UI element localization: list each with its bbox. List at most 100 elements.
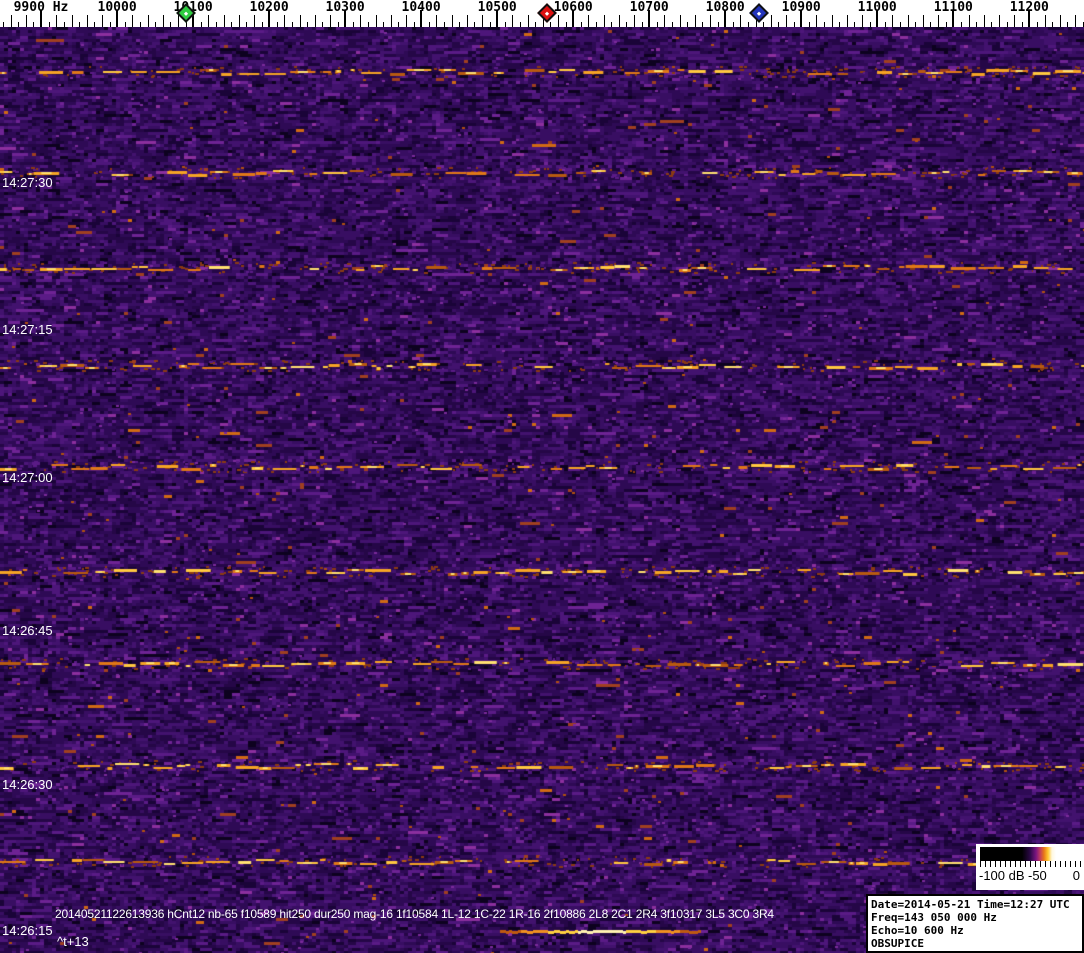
- ruler-tick: [702, 22, 704, 27]
- ruler-tick: [717, 22, 719, 27]
- ruler-tick: [839, 22, 841, 27]
- spectrogram-app: 9900 Hz 10000 10100 10200 10300 10400 10500 106…: [0, 0, 1084, 953]
- ruler-tick: [307, 22, 309, 27]
- colorbar-tick: [1050, 861, 1051, 867]
- colorbar-tick: [1025, 861, 1026, 867]
- ruler-tick: [109, 22, 111, 27]
- db-colorbar-legend: -100 dB -50 0: [976, 844, 1084, 890]
- ruler-tick: [626, 22, 628, 27]
- ruler-tick: [664, 15, 666, 27]
- ruler-frequency-label: 11100: [933, 0, 973, 15]
- ruler-frequency-label: 10700: [629, 0, 669, 15]
- colorbar-tick: [1040, 861, 1041, 867]
- time-label: 14:27:15: [2, 322, 53, 337]
- ruler-tick: [656, 22, 658, 27]
- ruler-tick: [390, 15, 392, 27]
- ruler-tick: [1074, 15, 1076, 27]
- ruler-tick: [253, 15, 255, 27]
- info-station: OBSUPICE: [871, 937, 924, 950]
- ruler-tick: [208, 15, 210, 27]
- ruler-tick: [291, 22, 293, 27]
- colorbar-labels: -100 dB -50 0: [976, 868, 1084, 888]
- ruler-tick: [200, 22, 202, 27]
- ruler-tick: [436, 15, 438, 27]
- ruler-tick: [1082, 22, 1084, 27]
- ruler-tick: [261, 22, 263, 27]
- ruler-tick: [512, 15, 514, 27]
- ruler-tick: [48, 22, 50, 27]
- colorbar-tick: [1015, 861, 1016, 867]
- ruler-tick: [223, 15, 225, 27]
- ruler-tick: [945, 22, 947, 27]
- ruler-tick: [915, 22, 917, 27]
- ruler-tick: [147, 15, 149, 27]
- ruler-frequency-label: 10200: [249, 0, 289, 15]
- info-echo: Echo=10 600 Hz: [871, 924, 964, 937]
- ruler-tick: [1021, 22, 1023, 27]
- ruler-tick: [132, 15, 134, 27]
- ruler-tick: [405, 15, 407, 27]
- ruler-tick: [337, 22, 339, 27]
- colorbar-label-mid: -50: [1028, 868, 1047, 883]
- spectrogram-canvas: [0, 27, 1084, 953]
- ruler-tick: [1052, 22, 1054, 27]
- ruler-tick: [276, 22, 278, 27]
- ruler-frequency-label: 10000: [97, 0, 137, 15]
- ruler-tick: [808, 22, 810, 27]
- colorbar-tick: [980, 861, 981, 867]
- ruler-frequency-label: 10500: [477, 0, 517, 15]
- ruler-tick: [299, 15, 301, 27]
- ruler-tick: [86, 15, 88, 27]
- colorbar-tick: [1055, 861, 1056, 867]
- ruler-tick: [770, 15, 772, 27]
- time-label: 14:27:00: [2, 470, 53, 485]
- colorbar-tick: [1020, 861, 1021, 867]
- ruler-tick: [907, 15, 909, 27]
- ruler-tick: [960, 22, 962, 27]
- ruler-tick: [976, 22, 978, 27]
- ruler-tick: [238, 15, 240, 27]
- colorbar-tick: [1045, 861, 1046, 867]
- ruler-tick: [854, 22, 856, 27]
- colorbar-tick: [1065, 861, 1066, 867]
- time-label: 14:26:30: [2, 777, 53, 792]
- ruler-tick: [786, 15, 787, 27]
- ruler-tick: [413, 22, 415, 27]
- ruler-tick: [459, 22, 461, 27]
- ruler-tick: [603, 15, 605, 27]
- observation-info-box: Date=2014-05-21 Time=12:27 UTC Freq=143 …: [866, 894, 1084, 953]
- ruler-tick: [679, 15, 681, 27]
- ruler-tick: [778, 22, 780, 27]
- ruler-tick: [94, 22, 96, 27]
- colorbar-tick: [995, 861, 996, 867]
- ruler-frequency-label: 11000: [857, 0, 897, 15]
- ruler-tick: [162, 15, 164, 27]
- marker-center-dot: [183, 11, 188, 16]
- ruler-frequency-label: 10800: [705, 0, 745, 15]
- ruler-tick: [748, 22, 749, 27]
- ruler-tick: [71, 15, 73, 27]
- ruler-tick: [314, 15, 316, 27]
- ruler-tick: [824, 22, 825, 27]
- ruler-tick: [991, 22, 993, 27]
- ruler-tick: [983, 15, 985, 27]
- ruler-tick: [1036, 22, 1038, 27]
- time-label: 14:26:15: [2, 923, 53, 938]
- ruler-tick: [998, 15, 1000, 27]
- ruler-tick: [588, 15, 590, 27]
- colorbar-tick: [1010, 861, 1011, 867]
- colorbar-tick: [1030, 861, 1031, 867]
- ruler-tick: [618, 15, 620, 27]
- ruler-tick: [922, 15, 924, 27]
- info-date-time: Date=2014-05-21 Time=12:27 UTC: [871, 898, 1070, 911]
- ruler-tick: [816, 15, 818, 27]
- ruler-tick: [215, 22, 217, 27]
- info-frequency: Freq=143 050 000 Hz: [871, 911, 997, 924]
- colorbar-tick: [1080, 861, 1081, 867]
- ruler-tick: [527, 15, 529, 27]
- marker-center-dot: [544, 11, 549, 16]
- ruler-tick: [884, 22, 886, 27]
- ruler-tick: [428, 22, 430, 27]
- ruler-tick: [710, 15, 711, 27]
- colorbar-gradient: [980, 847, 1080, 861]
